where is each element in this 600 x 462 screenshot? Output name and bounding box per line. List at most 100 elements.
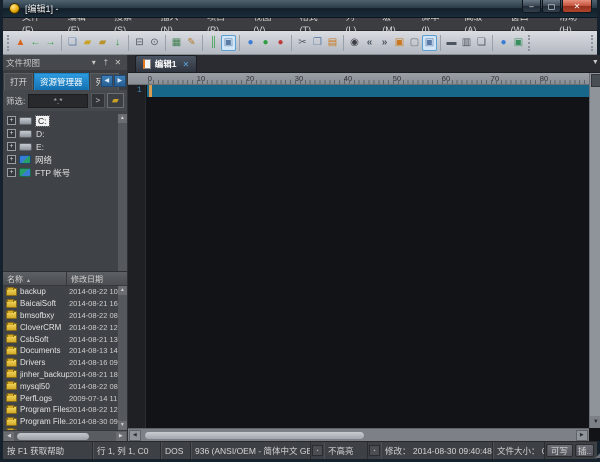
status-encoding[interactable]: 936 (ANSI/OEM - 简体中文 GBK): [191, 442, 311, 459]
globe-red-icon[interactable]: ●: [273, 35, 288, 51]
find-prev-icon[interactable]: «: [362, 35, 377, 51]
browse-folder-icon[interactable]: ▰: [107, 93, 124, 108]
file-row[interactable]: backup 2014-08-22 10: [3, 286, 118, 298]
expand-icon[interactable]: +: [7, 168, 16, 177]
column-mode-icon[interactable]: ║: [202, 35, 221, 51]
tab-list-menu-icon[interactable]: ▼: [592, 59, 599, 66]
file-row[interactable]: jinher_backup 2014-08-21 18: [3, 369, 118, 381]
scroll-down-icon[interactable]: ▼: [590, 416, 600, 428]
tree-item-network[interactable]: + 网络: [3, 153, 127, 166]
editor-hscrollbar[interactable]: ◀ ▶: [128, 428, 589, 441]
panel-pin-icon[interactable]: †: [100, 58, 112, 67]
file-row[interactable]: Program Files 2014-08-22 12: [3, 404, 118, 416]
scroll-up-icon[interactable]: ▲: [118, 114, 127, 123]
editor-vscrollbar[interactable]: ▼: [589, 73, 600, 428]
snapshot-icon[interactable]: ▣: [511, 35, 526, 51]
text-editing-area[interactable]: 1: [128, 85, 589, 428]
file-row[interactable]: CsbSoft 2014-08-21 13: [3, 333, 118, 345]
tree-item-c-drive[interactable]: + C:: [3, 114, 127, 127]
file-row[interactable]: Drivers 2014-08-16 09: [3, 357, 118, 369]
file-row[interactable]: Documents 2014-08-13 14: [3, 345, 118, 357]
column-name[interactable]: 名称▲: [3, 272, 67, 285]
writable-toggle[interactable]: 可写: [546, 444, 573, 457]
back-icon[interactable]: ←: [28, 35, 43, 51]
paste-icon[interactable]: ▤: [325, 35, 340, 51]
duplicate-window-icon[interactable]: ❏: [474, 35, 489, 51]
tab-open[interactable]: 打开: [4, 73, 33, 90]
hex-mode-icon[interactable]: ▣: [221, 35, 236, 51]
minimize-button[interactable]: –: [522, 0, 541, 13]
status-line-ending[interactable]: DOS: [161, 442, 191, 459]
edit-file-icon[interactable]: ✎: [184, 35, 199, 51]
split-window-icon[interactable]: ▬: [440, 35, 459, 51]
tabs-scroll-left-icon[interactable]: ◀: [101, 75, 113, 87]
toolbar-grip[interactable]: [591, 35, 595, 51]
scroll-right-icon[interactable]: ▶: [576, 430, 588, 441]
toolbar-grip[interactable]: [528, 35, 532, 51]
tab-explorer[interactable]: 资源管理器: [34, 73, 89, 90]
toolbar-grip[interactable]: [7, 35, 11, 51]
encoding-dropdown-icon[interactable]: ▪: [312, 445, 323, 456]
column-date[interactable]: 修改日期: [67, 272, 127, 285]
globe-green-icon[interactable]: ●: [258, 35, 273, 51]
title-bar[interactable]: [编辑1] - – ▢ ✕: [3, 0, 597, 18]
file-row[interactable]: CloverCRM 2014-08-22 12: [3, 321, 118, 333]
new-file-icon[interactable]: ❏: [61, 35, 80, 51]
print-icon[interactable]: ⊟: [128, 35, 147, 51]
image-insert-icon[interactable]: ▣: [422, 35, 437, 51]
filter-apply-button[interactable]: >: [91, 93, 105, 108]
html-view-icon[interactable]: ▦: [165, 35, 184, 51]
tree-item-ftp[interactable]: + FTP 帐号: [3, 166, 127, 179]
expand-icon[interactable]: +: [7, 116, 16, 125]
expand-icon[interactable]: +: [7, 142, 16, 151]
close-button[interactable]: ✕: [562, 0, 592, 13]
globe-blue-icon[interactable]: ●: [239, 35, 258, 51]
file-row[interactable]: bmsofbxy 2014-08-22 08: [3, 310, 118, 322]
browser-icon[interactable]: ●: [492, 35, 511, 51]
find-icon[interactable]: ◉: [343, 35, 362, 51]
scroll-right-icon[interactable]: ▶: [116, 432, 126, 441]
scroll-left-icon[interactable]: ◀: [4, 432, 14, 441]
panel-close-icon[interactable]: ✕: [112, 58, 124, 67]
expand-icon[interactable]: +: [7, 155, 16, 164]
list-scrollbar[interactable]: ▲ ▼: [118, 286, 127, 430]
list-hscrollbar[interactable]: ◀ ▶: [3, 430, 127, 441]
hscroll-thumb[interactable]: [144, 431, 365, 440]
file-row[interactable]: PerfLogs 2009-07-14 11: [3, 392, 118, 404]
resize-grip-icon[interactable]: ◢: [595, 442, 600, 459]
tab-close-icon[interactable]: ✕: [183, 60, 190, 69]
tree-item-e-drive[interactable]: + E:: [3, 140, 127, 153]
scroll-left-icon[interactable]: ◀: [129, 430, 141, 441]
tree-scrollbar[interactable]: ▲: [118, 114, 127, 271]
file-row[interactable]: QKSOFT 2014-08-21 08: [3, 428, 118, 430]
panel-menu-icon[interactable]: ▾: [88, 58, 100, 67]
file-row[interactable]: mysql50 2014-08-22 08: [3, 380, 118, 392]
highlight-dropdown-icon[interactable]: ▪: [369, 445, 380, 456]
document-tab[interactable]: 编辑1 ✕: [135, 55, 197, 72]
replace-icon[interactable]: ▣: [392, 35, 407, 51]
tree-item-d-drive[interactable]: + D:: [3, 127, 127, 140]
open-file-icon[interactable]: ▰: [80, 35, 95, 51]
copy-icon[interactable]: ❐: [310, 35, 325, 51]
tile-windows-icon[interactable]: ▥: [459, 35, 474, 51]
print-preview-icon[interactable]: ⊙: [147, 35, 162, 51]
file-row[interactable]: BaicaiSoft 2014-08-21 16: [3, 298, 118, 310]
scroll-up-icon[interactable]: ▲: [118, 286, 127, 295]
expand-icon[interactable]: +: [7, 129, 16, 138]
hscroll-thumb[interactable]: [17, 433, 89, 440]
find-next-icon[interactable]: »: [377, 35, 392, 51]
cut-icon[interactable]: ✂: [291, 35, 310, 51]
file-row[interactable]: Program File... 2014-08-30 09: [3, 416, 118, 428]
bookmark-icon[interactable]: ▢: [407, 35, 422, 51]
save-icon[interactable]: ↓: [110, 35, 125, 51]
scroll-down-icon[interactable]: ▼: [118, 421, 127, 430]
tabs-scroll-right-icon[interactable]: ▶: [114, 75, 126, 87]
status-syntax-highlight[interactable]: 不高亮: [324, 442, 368, 459]
open-folder-icon[interactable]: ▰: [95, 35, 110, 51]
filter-input[interactable]: [28, 94, 87, 108]
vscroll-thumb[interactable]: [591, 74, 600, 87]
insert-mode-toggle[interactable]: 插..: [575, 444, 594, 457]
wizard-icon[interactable]: ▲: [13, 35, 28, 51]
maximize-button[interactable]: ▢: [542, 0, 561, 13]
forward-icon[interactable]: →: [43, 35, 58, 51]
